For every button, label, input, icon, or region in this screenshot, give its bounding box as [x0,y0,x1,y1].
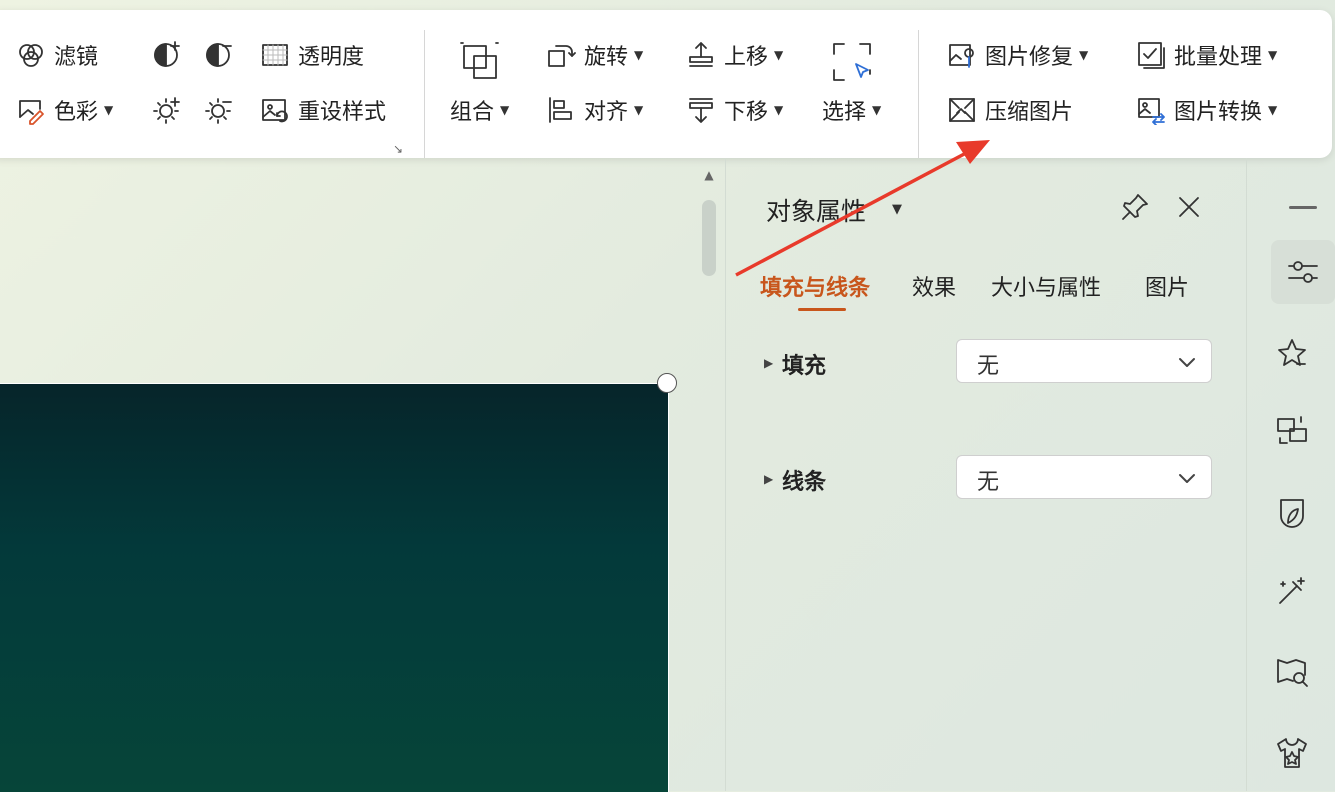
chevron-down-icon[interactable]: ▼ [892,202,902,217]
reset-image-icon [258,93,292,127]
filter-label: 滤镜 [54,45,99,70]
align-label: 对齐 [584,100,629,125]
right-sidebar-toolbar [1246,158,1335,791]
separator [918,30,919,158]
fill-select-value: 无 [977,354,1000,379]
rotate-icon [544,38,578,72]
tab-image[interactable]: 图片 [1145,270,1189,302]
panel-title[interactable]: 对象属性 [766,192,866,228]
color-brush-icon [14,93,48,127]
property-sliders-icon[interactable] [1271,240,1335,304]
image-repair-icon [945,38,979,72]
chevron-down-icon: ▼ [1268,48,1278,62]
object-properties-panel: 对象属性 ▼ 填充与线条 效果 大小与属性 图片 ▶ 填充 无 ▶ 线条 无 [725,158,1246,791]
align-left-icon [544,93,578,127]
ribbon-toolbar: 滤镜 色彩 ▼ 透明度 重设样式 ↘ 组合 ▼ 旋转 ▼ 对齐 ▼ 上移 ▼ 下… [0,10,1332,158]
slide-image[interactable] [0,383,669,792]
magic-wand-icon[interactable] [1271,570,1313,612]
contrast-up-icon[interactable] [149,92,185,128]
line-select-value: 无 [977,470,1000,495]
expand-triangle-icon[interactable]: ▶ [764,472,773,486]
color-button[interactable]: 色彩 ▼ [14,92,113,128]
rotate-label: 旋转 [584,45,629,70]
chevron-down-icon: ▼ [634,103,644,117]
checkerboard-icon [258,38,292,72]
image-convert-icon [1134,93,1168,127]
filter-icon [14,38,48,72]
combine-icon [456,38,504,86]
brightness-down-icon[interactable] [201,36,237,72]
chevron-down-icon: ▼ [500,103,510,117]
fill-label[interactable]: 填充 [782,348,826,380]
minimize-icon[interactable] [1289,206,1317,209]
contrast-down-icon[interactable] [201,92,237,128]
select-label: 选择 [822,100,867,125]
compress-image-label: 压缩图片 [985,100,1074,125]
resize-handle[interactable] [657,373,677,393]
move-down-icon [684,93,718,127]
image-convert-label: 图片转换 [1174,100,1263,125]
chevron-down-icon: ▼ [872,103,882,117]
batch-process-button[interactable]: 批量处理 ▼ [1134,37,1277,73]
batch-process-label: 批量处理 [1174,45,1263,70]
move-down-label: 下移 [724,100,769,125]
star-icon[interactable] [1271,332,1313,374]
transparency-label: 透明度 [298,45,365,70]
batch-check-icon [1134,38,1168,72]
chevron-down-icon [1177,352,1197,372]
pin-icon[interactable] [1120,192,1154,226]
chevron-down-icon: ▼ [774,103,784,117]
move-up-icon [684,38,718,72]
select-cursor-icon [828,38,876,86]
scrollbar-thumb[interactable] [702,200,716,276]
filter-button[interactable]: 滤镜 [14,37,98,73]
move-down-button[interactable]: 下移 ▼ [684,92,783,128]
image-repair-label: 图片修复 [985,45,1074,70]
compress-image-icon [945,93,979,127]
chevron-down-icon [1177,468,1197,488]
combine-button[interactable]: 组合 ▼ [450,38,509,126]
select-button[interactable]: 选择 ▼ [822,38,881,126]
color-label: 色彩 [54,100,99,125]
swap-icon[interactable] [1271,410,1313,452]
scroll-up-arrow[interactable]: ▲ [702,168,716,182]
combine-label: 组合 [450,100,495,125]
move-up-label: 上移 [724,45,769,70]
align-button[interactable]: 对齐 ▼ [544,92,643,128]
line-label[interactable]: 线条 [782,464,826,496]
tab-size-properties[interactable]: 大小与属性 [991,270,1101,302]
chevron-down-icon: ▼ [774,48,784,62]
leaf-shield-icon[interactable] [1271,492,1313,534]
move-up-button[interactable]: 上移 ▼ [684,37,783,73]
transparency-button[interactable]: 透明度 [258,37,364,73]
chevron-down-icon: ▼ [104,103,114,117]
image-repair-button[interactable]: 图片修复 ▼ [945,37,1088,73]
reset-style-label: 重设样式 [298,100,387,125]
reset-style-button[interactable]: 重设样式 [258,92,386,128]
compress-image-button[interactable]: 压缩图片 [945,92,1073,128]
separator [424,30,425,158]
line-select[interactable]: 无 [956,455,1212,499]
chevron-down-icon: ▼ [1079,48,1089,62]
tab-fill-line[interactable]: 填充与线条 [760,270,870,302]
chevron-down-icon: ▼ [634,48,644,62]
map-search-icon[interactable] [1271,650,1313,692]
chevron-down-icon: ▼ [1268,103,1278,117]
brightness-up-icon[interactable] [149,36,185,72]
rotate-button[interactable]: 旋转 ▼ [544,37,643,73]
tab-effects[interactable]: 效果 [912,270,956,302]
close-icon[interactable] [1174,192,1208,226]
active-tab-indicator [798,308,846,311]
expand-triangle-icon[interactable]: ▶ [764,356,773,370]
fill-select[interactable]: 无 [956,339,1212,383]
image-convert-button[interactable]: 图片转换 ▼ [1134,92,1277,128]
expand-dialog-icon[interactable]: ↘ [393,142,403,156]
shirt-star-icon[interactable] [1271,732,1313,774]
